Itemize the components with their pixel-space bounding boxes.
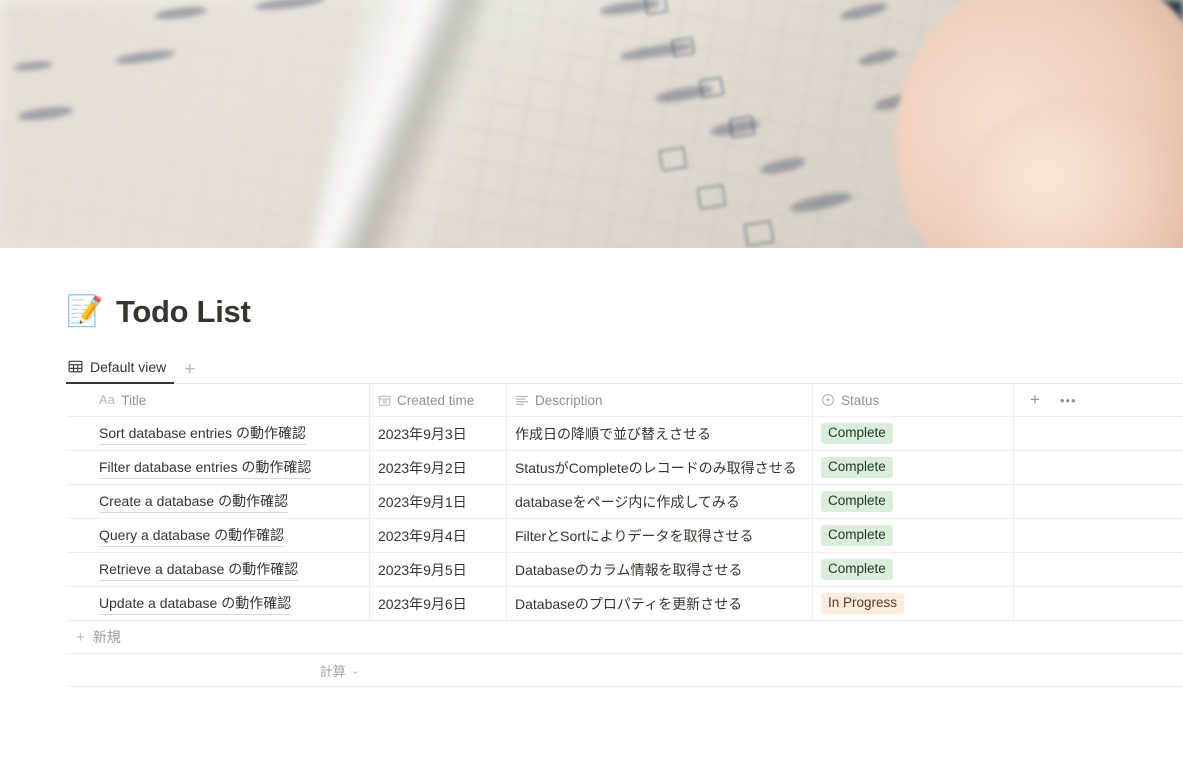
table-row[interactable]: Query a database の動作確認 2023年9月4日 Filterと… [66, 519, 1183, 554]
table-row[interactable]: Sort database entries の動作確認 2023年9月3日 作成… [66, 417, 1183, 452]
cell-empty [1014, 519, 1183, 552]
cover-checkbox-glyph [658, 146, 688, 172]
row-title-link[interactable]: Query a database の動作確認 [99, 525, 285, 547]
row-title-link[interactable]: Retrieve a database の動作確認 [99, 559, 299, 581]
table-bottom-divider [66, 686, 1183, 688]
cell-status[interactable]: In Progress [813, 587, 1014, 621]
view-tab-bar: Default view + [66, 350, 1183, 385]
cell-description[interactable]: Databaseのプロパティを更新させる [507, 587, 813, 621]
cell-description[interactable]: Databaseのカラム情報を取得させる [507, 553, 813, 587]
status-badge: Complete [821, 457, 893, 479]
row-title-link[interactable]: Create a database の動作確認 [99, 491, 289, 513]
database-table: Aa Title Created time Description Status… [66, 384, 1183, 688]
table-row[interactable]: Create a database の動作確認 2023年9月1日 databa… [66, 485, 1183, 520]
row-description-value: StatusがCompleteのレコードのみ取得させる [515, 459, 797, 476]
page-title[interactable]: Todo List [116, 293, 251, 330]
plus-icon: + [76, 628, 85, 646]
column-header-created-time[interactable]: Created time [370, 384, 507, 417]
cell-title[interactable]: Update a database の動作確認 [66, 587, 370, 621]
row-date-value: 2023年9月5日 [378, 561, 467, 578]
cover-checkbox-glyph [696, 184, 727, 210]
row-title-link[interactable]: Update a database の動作確認 [99, 593, 292, 615]
add-view-button[interactable]: + [174, 360, 205, 383]
calculate-label: 計算 [319, 663, 346, 679]
row-date-value: 2023年9月2日 [378, 459, 467, 476]
row-date-value: 2023年9月6日 [378, 595, 467, 612]
tab-label: Default view [90, 358, 167, 375]
cell-empty [1014, 485, 1183, 518]
cell-created-time[interactable]: 2023年9月5日 [370, 553, 507, 587]
row-description-value: Databaseのカラム情報を取得させる [515, 561, 743, 578]
calculate-button[interactable]: 計算 ⌄ [66, 661, 370, 680]
cell-empty [1014, 553, 1183, 586]
cell-description[interactable]: FilterとSortによりデータを取得させる [507, 519, 813, 553]
cover-checkbox-glyph [743, 219, 775, 248]
cell-status[interactable]: Complete [813, 519, 1014, 553]
row-description-value: FilterとSortによりデータを取得させる [515, 527, 754, 544]
cell-empty [1014, 451, 1183, 484]
row-date-value: 2023年9月1日 [378, 493, 467, 510]
cell-empty [1014, 417, 1183, 450]
cell-created-time[interactable]: 2023年9月4日 [370, 519, 507, 553]
column-header-description[interactable]: Description [507, 384, 813, 417]
new-row-label: 新規 [92, 629, 121, 646]
cell-empty [1014, 587, 1183, 620]
cell-status[interactable]: Complete [813, 417, 1014, 451]
column-header-label: Description [535, 392, 603, 408]
cell-status[interactable]: Complete [813, 485, 1014, 519]
table-row[interactable]: Update a database の動作確認 2023年9月6日 Databa… [66, 587, 1183, 622]
row-date-value: 2023年9月4日 [378, 527, 467, 544]
cell-title[interactable]: Query a database の動作確認 [66, 519, 370, 553]
select-circle-icon [821, 393, 835, 407]
text-lines-icon [515, 393, 529, 407]
row-title-link[interactable]: Filter database entries の動作確認 [99, 457, 312, 479]
cell-created-time[interactable]: 2023年9月2日 [370, 451, 507, 485]
cell-description[interactable]: databaseをページ内に作成してみる [507, 485, 813, 519]
new-row-button[interactable]: + 新規 [66, 621, 1183, 655]
row-description-value: databaseをページ内に作成してみる [515, 493, 740, 510]
cell-description[interactable]: 作成日の降順で並び替えさせる [507, 417, 813, 451]
more-options-icon[interactable]: ••• [1060, 393, 1077, 408]
status-badge: Complete [821, 559, 893, 581]
cell-status[interactable]: Complete [813, 451, 1014, 485]
cell-title[interactable]: Retrieve a database の動作確認 [66, 553, 370, 587]
column-header-actions: + ••• [1014, 384, 1183, 416]
cell-description[interactable]: StatusがCompleteのレコードのみ取得させる [507, 451, 813, 485]
table-header-row: Aa Title Created time Description Status… [66, 384, 1183, 418]
column-header-status[interactable]: Status [813, 384, 1014, 417]
cell-title[interactable]: Create a database の動作確認 [66, 485, 370, 519]
tab-default-view[interactable]: Default view [66, 351, 175, 385]
cell-created-time[interactable]: 2023年9月3日 [370, 417, 507, 451]
row-description-value: 作成日の降順で並び替えさせる [515, 425, 711, 442]
column-header-title[interactable]: Aa Title [66, 384, 370, 417]
page-icon-emoji[interactable]: 📝 [66, 296, 104, 327]
title-text-icon: Aa [99, 393, 116, 408]
cell-title[interactable]: Sort database entries の動作確認 [66, 417, 370, 451]
column-header-label: Created time [397, 392, 475, 408]
row-title-link[interactable]: Sort database entries の動作確認 [99, 423, 306, 445]
table-footer-row: 計算 ⌄ [66, 654, 1183, 686]
status-badge: Complete [821, 525, 893, 547]
status-badge: In Progress [821, 593, 905, 615]
column-header-label: Title [121, 392, 147, 408]
page-content: 📝 Todo List Default view + Aa Title Crea… [0, 248, 1183, 688]
page-body: 📝 Todo List Default view + Aa Title Crea… [0, 248, 1183, 688]
cell-status[interactable]: Complete [813, 553, 1014, 587]
add-column-button[interactable]: + [1030, 390, 1040, 410]
calendar-icon [378, 394, 391, 407]
cell-title[interactable]: Filter database entries の動作確認 [66, 451, 370, 485]
status-badge: Complete [821, 491, 893, 513]
table-row[interactable]: Retrieve a database の動作確認 2023年9月5日 Data… [66, 553, 1183, 588]
table-row[interactable]: Filter database entries の動作確認 2023年9月2日 … [66, 451, 1183, 486]
cell-created-time[interactable]: 2023年9月6日 [370, 587, 507, 621]
status-badge: Complete [821, 423, 893, 445]
chevron-down-icon: ⌄ [350, 664, 360, 677]
page-title-row: 📝 Todo List [66, 248, 1183, 336]
row-date-value: 2023年9月3日 [378, 425, 467, 442]
column-header-label: Status [841, 392, 880, 408]
page-cover-image[interactable] [0, 0, 1183, 248]
cell-created-time[interactable]: 2023年9月1日 [370, 485, 507, 519]
table-view-icon [68, 359, 83, 374]
row-description-value: Databaseのプロパティを更新させる [515, 595, 743, 612]
